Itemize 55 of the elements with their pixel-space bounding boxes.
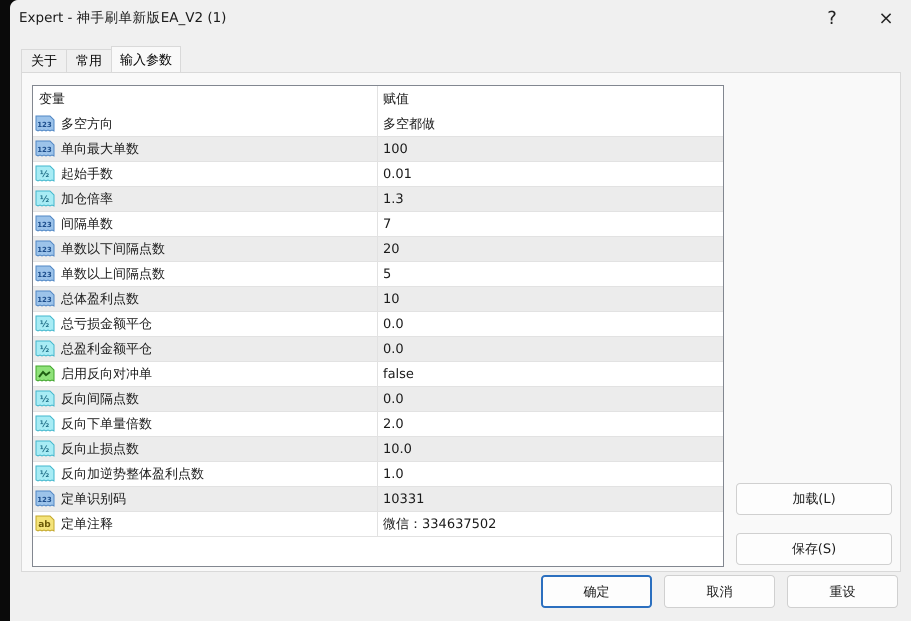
parameter-value[interactable]: 0.0	[378, 337, 723, 361]
parameter-value[interactable]: 1.0	[378, 462, 723, 486]
parameter-value[interactable]: false	[378, 362, 723, 386]
tab[interactable]: 关于	[21, 49, 67, 72]
cancel-button[interactable]: 取消	[664, 575, 775, 608]
parameter-value[interactable]: 20	[378, 237, 723, 261]
window-title: Expert - 神手刷单新版EA_V2 (1)	[19, 9, 226, 27]
column-header: 变量	[33, 86, 378, 112]
fraction-type-icon: ½	[35, 465, 55, 483]
close-button[interactable]: ×	[861, 1, 911, 35]
parameter-value[interactable]: 1.3	[378, 187, 723, 211]
parameter-value[interactable]: 7	[378, 212, 723, 236]
parameter-value[interactable]: 微信：334637502	[378, 512, 723, 536]
parameter-name: 单向最大单数	[61, 141, 139, 158]
parameter-value[interactable]: 10331	[378, 487, 723, 511]
parameter-name: 反向止损点数	[61, 441, 139, 458]
column-header: 赋值	[382, 91, 410, 109]
fraction-type-icon: ½	[35, 415, 55, 433]
reset-button[interactable]: 重设	[787, 575, 898, 608]
parameter-name: 起始手数	[61, 166, 113, 183]
parameter-value[interactable]: 0.01	[378, 162, 723, 186]
parameter-name: 多空方向	[61, 116, 113, 133]
parameter-name: 总体盈利点数	[61, 291, 139, 308]
parameter-name: 反向加逆势整体盈利点数	[61, 466, 204, 483]
fraction-type-icon: ½	[35, 390, 55, 408]
parameter-name: 反向下单量倍数	[61, 416, 152, 433]
help-button[interactable]: ?	[807, 1, 857, 35]
parameter-value[interactable]: 2.0	[378, 412, 723, 436]
parameter-name: 总盈利金额平仓	[61, 341, 152, 358]
parameter-value[interactable]: 多空都做	[378, 112, 723, 136]
parameter-name: 启用反向对冲单	[61, 366, 152, 383]
fraction-type-icon: ½	[35, 190, 55, 208]
save-button[interactable]: 保存(S)	[736, 533, 892, 565]
fraction-type-icon: ½	[35, 315, 55, 333]
parameter-value[interactable]: 5	[378, 262, 723, 286]
parameter-name: 单数以下间隔点数	[61, 241, 165, 258]
parameter-name: 总亏损金额平仓	[61, 316, 152, 333]
parameter-name: 加仓倍率	[61, 191, 113, 208]
text-type-icon: ab	[35, 515, 55, 533]
parameter-value[interactable]: 10	[378, 287, 723, 311]
parameter-value[interactable]: 10.0	[378, 437, 723, 461]
fraction-type-icon: ½	[35, 165, 55, 183]
load-button[interactable]: 加载(L)	[736, 483, 892, 515]
parameter-name: 定单注释	[61, 516, 113, 533]
parameter-name: 间隔单数	[61, 216, 113, 233]
parameter-value[interactable]: 0.0	[378, 387, 723, 411]
parameter-value[interactable]: 0.0	[378, 312, 723, 336]
parameter-name: 单数以上间隔点数	[61, 266, 165, 283]
tab[interactable]: 输入参数	[111, 46, 181, 72]
fraction-type-icon: ½	[35, 440, 55, 458]
fraction-type-icon: ½	[35, 340, 55, 358]
parameter-name: 反向间隔点数	[61, 391, 139, 408]
parameter-value[interactable]: 100	[378, 137, 723, 161]
parameter-name: 定单识别码	[61, 491, 126, 508]
ok-button[interactable]: 确定	[541, 575, 652, 608]
